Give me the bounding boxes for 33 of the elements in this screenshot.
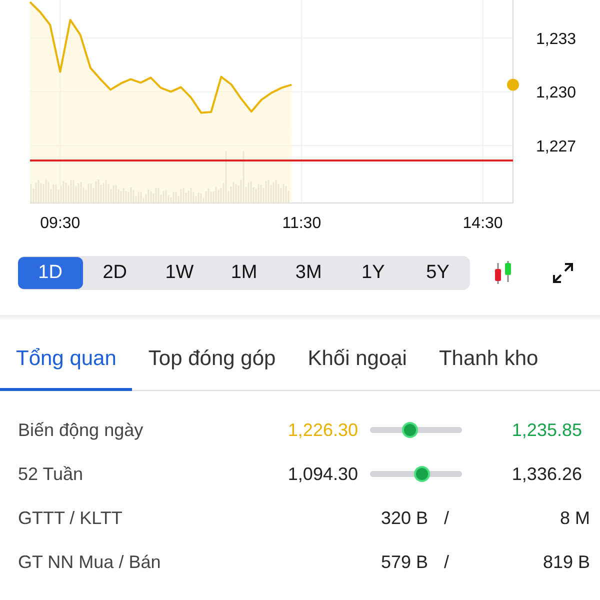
- section-tab[interactable]: Tổng quan: [0, 329, 132, 391]
- y-axis-label: 1,230: [536, 84, 576, 102]
- x-axis-label: 11:30: [282, 215, 322, 232]
- first-value: 320 B: [380, 506, 428, 530]
- row-label: 52 Tuần: [18, 462, 84, 486]
- range-tab[interactable]: 5Y: [405, 257, 470, 289]
- range-tab[interactable]: 1Y: [340, 257, 406, 289]
- separator: /: [444, 506, 450, 530]
- price-marker: [507, 78, 519, 91]
- row-label: Biến động ngày: [18, 418, 144, 442]
- second-value: 8 M: [558, 506, 590, 530]
- range-tab[interactable]: 2D: [82, 257, 148, 289]
- expand-icon[interactable]: [551, 261, 575, 285]
- row-label: GT NN Mua / Bán: [18, 550, 162, 574]
- first-value: 579 B: [380, 550, 428, 574]
- range-tab[interactable]: 1D: [18, 257, 83, 289]
- high-value: 1,336.26: [510, 462, 582, 486]
- low-value: 1,094.30: [286, 462, 358, 486]
- range-tab[interactable]: 1W: [147, 257, 212, 289]
- x-axis-label: 14:30: [462, 215, 503, 232]
- section-tab[interactable]: Top đóng góp: [132, 329, 292, 391]
- low-value: 1,226.30: [286, 418, 358, 442]
- section-tab[interactable]: Thanh kho: [422, 329, 554, 391]
- y-axis-label: 1,233: [536, 30, 576, 48]
- y-axis-label: 1,227: [536, 138, 576, 156]
- separator: /: [444, 550, 450, 574]
- range-tab[interactable]: 3M: [276, 257, 341, 289]
- x-axis-label: 09:30: [40, 215, 80, 232]
- range-tab[interactable]: 1M: [212, 257, 276, 289]
- section-tab[interactable]: Khối ngoại: [292, 329, 423, 391]
- row-label: GTTT / KLTT: [18, 506, 124, 530]
- second-value: 819 B: [542, 550, 590, 574]
- high-value: 1,235.85: [510, 418, 582, 442]
